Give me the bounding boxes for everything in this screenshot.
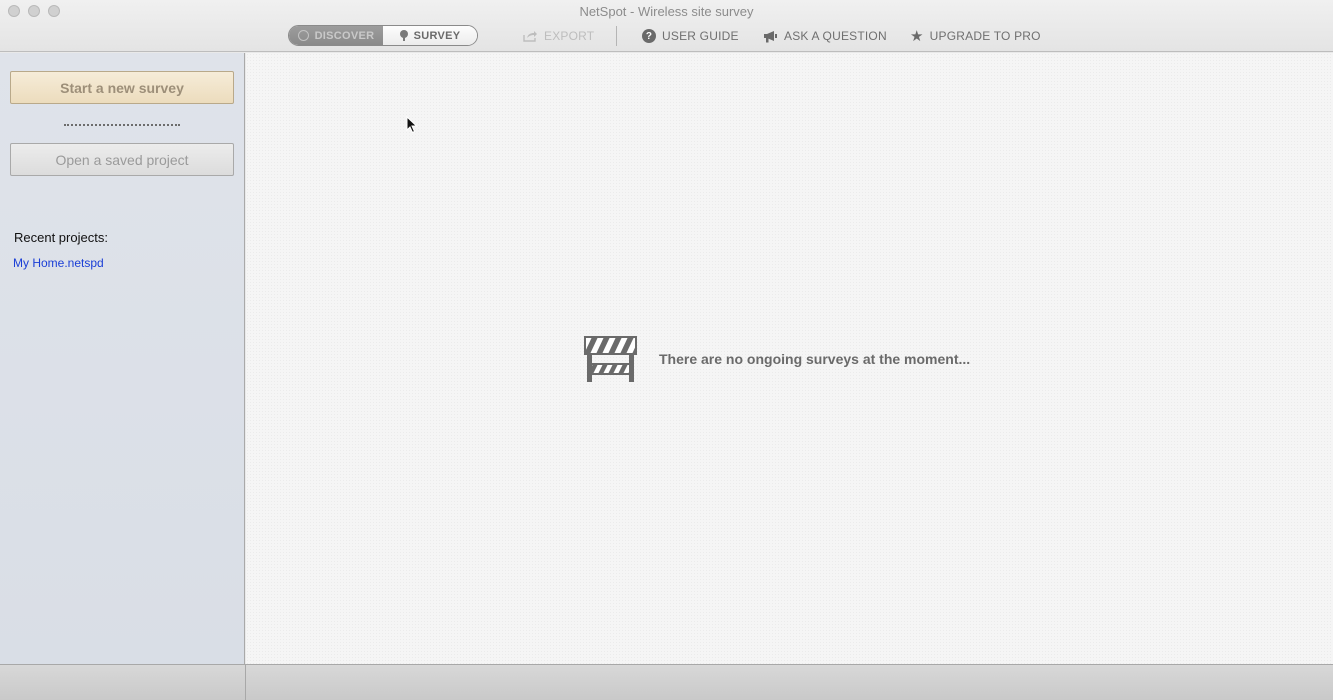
- export-label: EXPORT: [544, 29, 595, 43]
- recent-projects-heading: Recent projects:: [14, 230, 108, 245]
- bottom-status-bar: [0, 664, 1333, 700]
- location-pin-icon: [399, 30, 408, 41]
- export-icon: [523, 31, 537, 42]
- ask-question-label: ASK A QUESTION: [784, 29, 887, 43]
- mouse-cursor-icon: [406, 116, 418, 134]
- upgrade-label: UPGRADE TO PRO: [929, 29, 1041, 43]
- globe-icon: [297, 30, 309, 41]
- no-surveys-message: There are no ongoing surveys at the mome…: [659, 351, 971, 367]
- sidebar-dotted-divider: [64, 124, 180, 126]
- empty-state: There are no ongoing surveys at the mome…: [584, 335, 970, 383]
- discover-mode-label: DISCOVER: [314, 29, 375, 42]
- ask-question-button[interactable]: ASK A QUESTION: [763, 27, 887, 45]
- discover-mode-button[interactable]: DISCOVER: [289, 26, 383, 45]
- help-icon: ?: [642, 29, 656, 43]
- window-titlebar: NetSpot - Wireless site survey DISCOVER …: [0, 0, 1333, 52]
- open-saved-project-button[interactable]: Open a saved project: [10, 143, 234, 176]
- recent-project-link[interactable]: My Home.netspd: [13, 256, 104, 270]
- bottom-bar-divider: [245, 665, 246, 700]
- sidebar: Start a new survey Open a saved project …: [0, 53, 245, 664]
- export-button[interactable]: EXPORT: [523, 27, 594, 45]
- survey-mode-button[interactable]: SURVEY: [383, 26, 477, 45]
- start-new-survey-button[interactable]: Start a new survey: [10, 71, 234, 104]
- toolbar-divider: [616, 26, 617, 46]
- window-title: NetSpot - Wireless site survey: [579, 4, 754, 19]
- mode-switcher: DISCOVER SURVEY: [288, 25, 478, 46]
- megaphone-icon: [764, 30, 777, 42]
- barrier-icon: [584, 336, 637, 382]
- star-icon: ★: [910, 27, 924, 45]
- upgrade-button[interactable]: ★ UPGRADE TO PRO: [910, 27, 1041, 45]
- survey-mode-label: SURVEY: [413, 29, 461, 42]
- user-guide-label: USER GUIDE: [662, 29, 739, 43]
- user-guide-button[interactable]: ? USER GUIDE: [642, 27, 739, 45]
- main-content: There are no ongoing surveys at the mome…: [246, 53, 1333, 664]
